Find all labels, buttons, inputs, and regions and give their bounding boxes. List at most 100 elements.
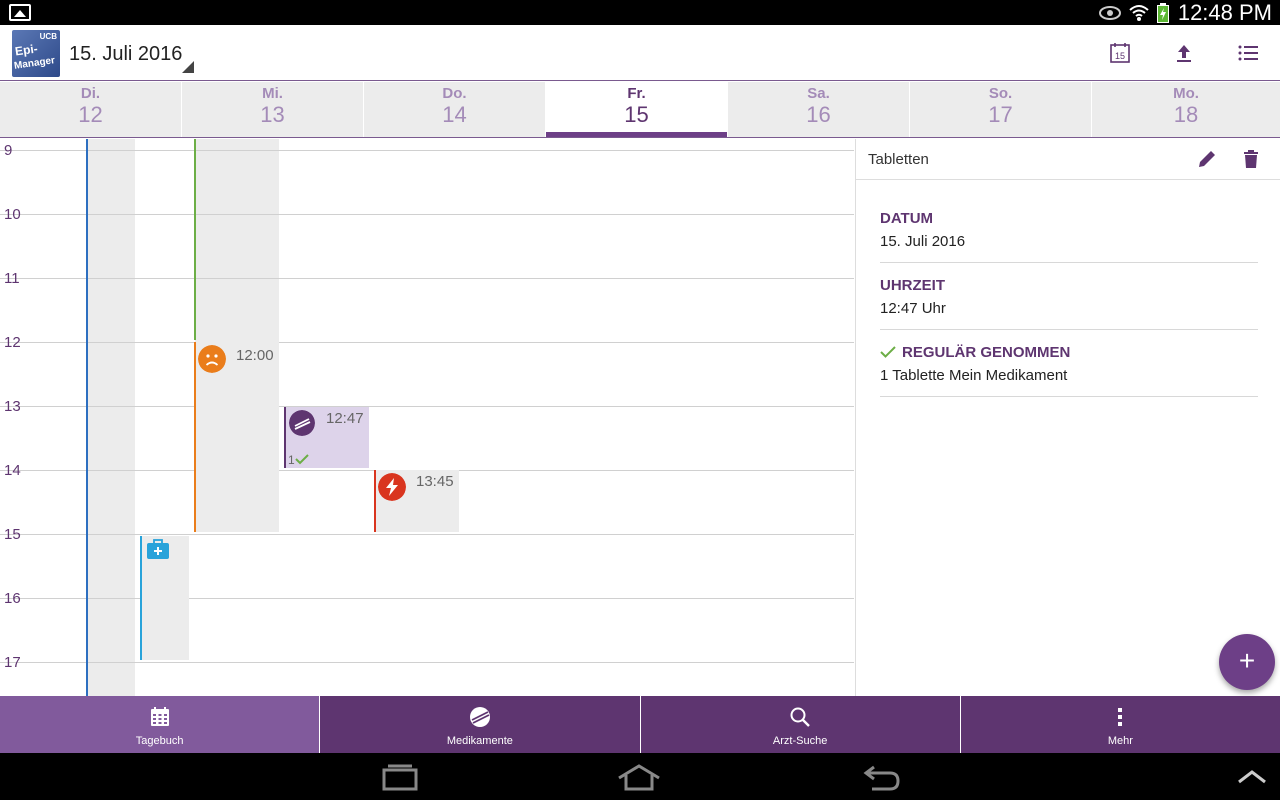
hour-line	[0, 534, 854, 535]
delete-trash-icon[interactable]	[1240, 148, 1262, 170]
nav-tagebuch[interactable]: Tagebuch	[0, 696, 321, 753]
mood-event[interactable]: 12:00	[194, 342, 279, 532]
intake-status-text: REGULÄR GENOMMEN	[902, 344, 1071, 361]
day-name: Mo.	[1173, 85, 1199, 102]
day-tab-thu[interactable]: Do. 14	[364, 82, 546, 137]
day-number: 13	[260, 102, 285, 127]
day-timeline[interactable]: 9 10 11 12 13 14 15 16 17 12:00 12:47 1	[0, 139, 854, 696]
day-name: Fr.	[627, 85, 646, 102]
seizure-event[interactable]: 13:45	[374, 470, 459, 532]
day-tab-mon[interactable]: Mo. 18	[1092, 82, 1280, 137]
day-selector: Di. 12 Mi. 13 Do. 14 Fr. 15 Sa. 16 So. 1…	[0, 82, 1280, 138]
status-time: 12:48 PM	[1177, 0, 1272, 25]
day-number: 18	[1173, 102, 1199, 127]
detail-header: Tabletten	[856, 139, 1280, 180]
lightning-icon	[378, 473, 406, 501]
plus-icon: +	[1238, 645, 1256, 676]
intake-status-field: REGULÄR GENOMMEN 1 Tablette Mein Medikam…	[880, 344, 1258, 397]
logo-line1: Epi-	[14, 41, 39, 59]
event-time: 13:45	[416, 473, 454, 490]
seizure-duration-line	[374, 470, 376, 532]
detail-title: Tabletten	[868, 151, 929, 168]
day-tab-sun[interactable]: So. 17	[910, 82, 1092, 137]
hour-label: 10	[4, 206, 21, 223]
date-title[interactable]: 15. Juli 2016	[69, 43, 182, 66]
home-icon[interactable]	[616, 763, 662, 791]
calendar-today-icon[interactable]: 15	[1108, 41, 1132, 65]
day-name: Di.	[80, 85, 101, 102]
wifi-icon	[1129, 5, 1149, 21]
system-navigation-bar	[0, 753, 1280, 800]
nav-label: Mehr	[1107, 735, 1133, 747]
datum-label: DATUM	[880, 210, 934, 227]
uhrzeit-value: 12:47 Uhr	[880, 300, 946, 317]
nav-label: Tagebuch	[135, 735, 184, 747]
datum-field: DATUM 15. Juli 2016	[880, 210, 1258, 263]
check-icon	[295, 454, 309, 465]
bottom-navigation: Tagebuch Medikamente Arzt-Suche Mehr	[0, 696, 1280, 753]
edit-pencil-icon[interactable]	[1196, 148, 1218, 170]
day-number: 12	[78, 102, 103, 127]
day-tab-wed[interactable]: Mi. 13	[182, 82, 364, 137]
nav-label: Medikamente	[446, 735, 513, 747]
status-bar: 12:48 PM	[0, 0, 1280, 25]
hour-label: 11	[4, 270, 20, 287]
mood-duration-line	[194, 342, 196, 532]
logo-brand: UCB	[39, 32, 57, 41]
intake-status-label: REGULÄR GENOMMEN	[880, 344, 1258, 361]
nav-medikamente[interactable]: Medikamente	[320, 696, 641, 753]
hour-line	[0, 278, 854, 279]
entry-detail-panel: Tabletten DATUM 15. Juli 2016 UHRZEIT 12…	[855, 139, 1280, 696]
battery-charging-icon	[1157, 3, 1169, 23]
recent-apps-icon[interactable]	[380, 763, 420, 791]
day-number: 15	[624, 102, 649, 127]
day-name: Do.	[442, 85, 467, 102]
pill-icon	[469, 707, 490, 727]
doctor-duration-line	[140, 536, 142, 660]
day-tab-sat[interactable]: Sa. 16	[728, 82, 910, 137]
sad-face-icon	[198, 345, 226, 373]
hour-line	[0, 342, 854, 343]
timeline-column-bg	[87, 139, 135, 696]
hour-label: 13	[4, 398, 21, 415]
day-name: So.	[988, 85, 1013, 102]
list-icon[interactable]	[1236, 41, 1260, 65]
event-time: 12:00	[236, 347, 274, 364]
hour-line	[0, 214, 854, 215]
hour-line	[0, 150, 854, 151]
day-tab-fri[interactable]: Fr. 15	[546, 82, 728, 137]
day-number: 16	[806, 102, 831, 127]
medication-count: 1	[288, 453, 295, 467]
eye-icon	[1099, 6, 1121, 20]
hour-label: 12	[4, 334, 21, 351]
medical-bag-icon	[147, 539, 169, 559]
nav-mehr[interactable]: Mehr	[961, 696, 1280, 753]
green-duration-line	[194, 139, 196, 340]
back-icon[interactable]	[862, 763, 902, 791]
datum-value: 15. Juli 2016	[880, 233, 966, 250]
add-entry-button[interactable]: +	[1219, 634, 1275, 690]
blue-duration-line	[86, 139, 88, 696]
app-bar: UCB Epi- Manager 15. Juli 2016 15	[0, 25, 1280, 81]
hour-label: 15	[4, 526, 21, 543]
hour-label: 16	[4, 590, 21, 607]
nav-arzt-suche[interactable]: Arzt-Suche	[641, 696, 961, 753]
medication-event[interactable]: 12:47 1	[284, 407, 369, 468]
date-dropdown-indicator[interactable]	[182, 61, 194, 73]
upload-icon[interactable]	[1172, 41, 1196, 65]
pill-icon	[289, 410, 315, 436]
epi-manager-logo[interactable]: UCB Epi- Manager	[12, 30, 60, 77]
day-number: 14	[442, 102, 467, 127]
uhrzeit-field: UHRZEIT 12:47 Uhr	[880, 277, 1258, 330]
more-vert-icon	[1118, 708, 1123, 726]
status-icons	[1098, 3, 1170, 23]
medication-duration-line	[284, 407, 286, 468]
hour-label: 9	[4, 142, 13, 159]
day-tab-tue[interactable]: Di. 12	[0, 82, 182, 137]
uhrzeit-label: UHRZEIT	[880, 277, 945, 294]
chevron-up-icon[interactable]	[1236, 769, 1268, 785]
hour-label: 17	[4, 654, 21, 671]
doctor-visit-event[interactable]	[140, 536, 189, 660]
day-name: Mi.	[262, 85, 283, 102]
gallery-notification-icon	[9, 4, 31, 21]
